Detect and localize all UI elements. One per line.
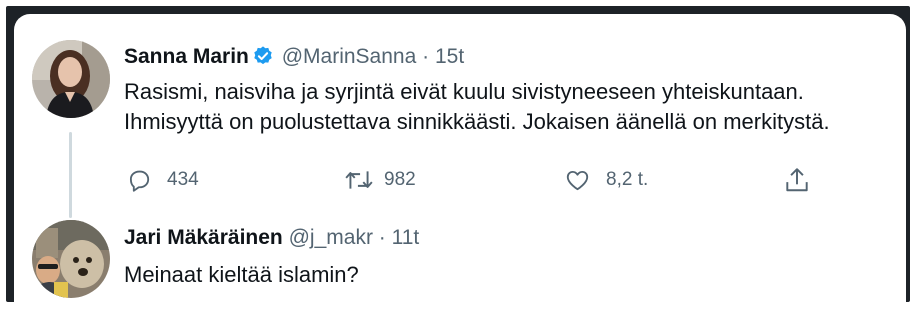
tweet-thread-card: Sanna Marin @MarinSanna · 15t Rasismi, n… [14, 14, 906, 302]
reply-timestamp[interactable]: 11t [392, 226, 420, 249]
reply-text: Meinaat kieltää islamin? [124, 262, 359, 287]
verified-badge-icon [252, 45, 274, 74]
reply-separator-dot: · [378, 226, 386, 249]
separator-dot: · [422, 45, 430, 68]
share-icon [784, 166, 810, 194]
reply-icon [126, 167, 152, 193]
reply-header: Jari Mäkäräinen @j_makr · 11t [124, 225, 419, 251]
tweet-text-line-1: Rasismi, naisviha ja syrjintä eivät kuul… [124, 79, 804, 104]
tweet-timestamp[interactable]: 15t [435, 45, 464, 68]
avatar-sanna-marin[interactable] [32, 40, 110, 118]
tweet-header: Sanna Marin @MarinSanna · 15t [124, 44, 464, 74]
retweet-icon [344, 167, 374, 193]
reply-action[interactable]: 434 [126, 166, 199, 194]
avatar-jari-makarainen[interactable] [32, 220, 110, 298]
like-action[interactable]: 8,2 t. [564, 166, 648, 194]
author-handle[interactable]: @MarinSanna [282, 45, 417, 68]
reply-author-handle[interactable]: @j_makr [289, 226, 373, 249]
author-name[interactable]: Sanna Marin [124, 45, 249, 68]
heart-icon [564, 167, 591, 193]
tweet-text: Rasismi, naisviha ja syrjintä eivät kuul… [124, 77, 830, 137]
tweet-text-line-2: Ihmisyyttä on puolustettava sinnikkäästi… [124, 109, 830, 134]
thread-connector-line [69, 132, 72, 218]
reply-count: 434 [167, 169, 199, 190]
like-count: 8,2 t. [606, 169, 649, 190]
share-action[interactable] [784, 166, 810, 194]
screenshot-frame: Sanna Marin @MarinSanna · 15t Rasismi, n… [6, 6, 910, 302]
retweet-count: 982 [384, 169, 416, 190]
reply-author-name[interactable]: Jari Mäkäräinen [124, 226, 283, 249]
retweet-action[interactable]: 982 [344, 166, 416, 194]
